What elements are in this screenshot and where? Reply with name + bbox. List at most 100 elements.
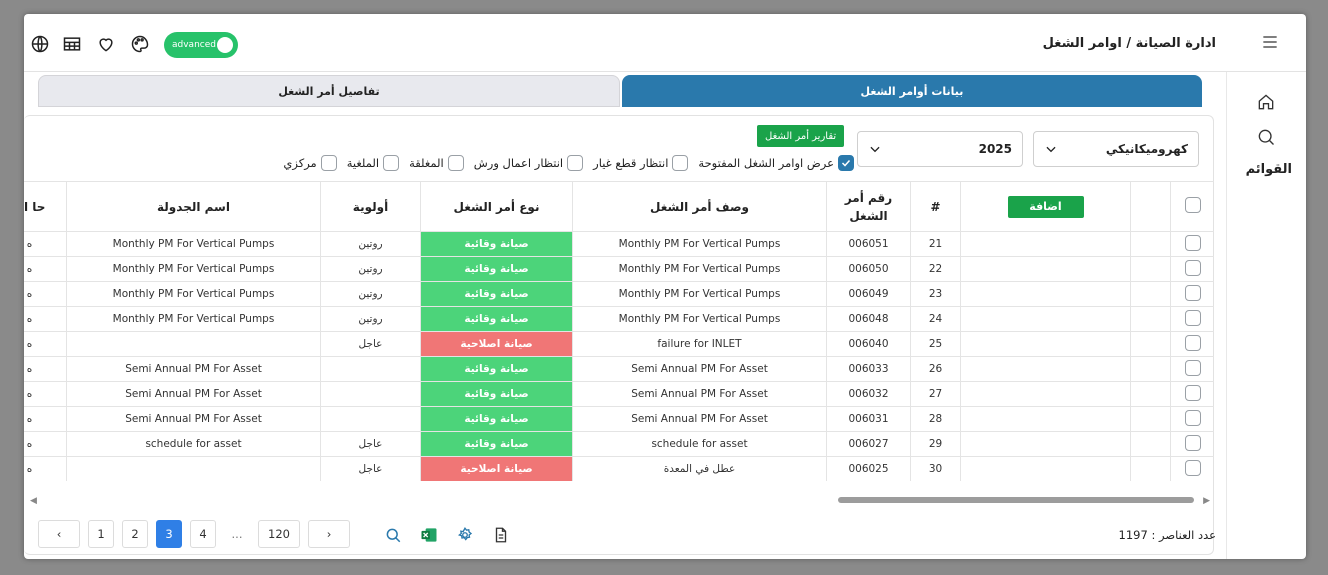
wo-number: 006031 (826, 406, 911, 432)
row-select-cell[interactable] (1170, 431, 1214, 457)
home-icon[interactable] (1256, 92, 1276, 112)
heart-icon[interactable] (96, 34, 116, 54)
col-header-index[interactable]: # (910, 181, 961, 232)
col-header-status[interactable]: حا ال (24, 181, 67, 232)
checkbox[interactable] (320, 155, 337, 171)
scroll-right-arrow-icon[interactable]: ▶ (1203, 496, 1210, 506)
row-select-cell[interactable] (1170, 306, 1214, 332)
checkbox[interactable] (1184, 359, 1201, 376)
page-button-2[interactable]: 2 (122, 520, 148, 548)
checkbox[interactable] (1184, 459, 1201, 476)
tab-work-order-details[interactable]: تفاصيل أمر الشغل (38, 75, 620, 107)
table-row[interactable]: 28 006031 Semi Annual PM For Asset صيانة وق… (24, 406, 1214, 432)
add-button[interactable]: اضافة (1007, 195, 1084, 218)
checkbox[interactable] (383, 155, 400, 171)
col-header-schedule-name[interactable]: اسم الجدولة (66, 181, 321, 232)
scrollbar-thumb[interactable] (838, 497, 1194, 503)
filter-label: انتظار اعمال ورش (473, 156, 564, 170)
col-header-priority[interactable]: أولوية (320, 181, 421, 232)
table-row[interactable]: 21 006051 Monthly PM For Vertical Pumps صيا… (24, 231, 1214, 257)
select-all-cell[interactable] (1170, 181, 1214, 232)
checkbox[interactable] (1184, 259, 1201, 276)
status: ه (24, 281, 67, 307)
checkbox[interactable] (1184, 334, 1201, 351)
col-header-wo-description[interactable]: وصف أمر الشغل (572, 181, 827, 232)
blank-cell (960, 406, 1131, 432)
advanced-mode-toggle[interactable]: advanced (164, 32, 238, 58)
table-row[interactable]: 26 006033 Semi Annual PM For Asset صيانة وق… (24, 356, 1214, 382)
hamburger-menu-icon[interactable] (1260, 32, 1280, 52)
row-select-cell[interactable] (1170, 256, 1214, 282)
document-icon[interactable] (490, 524, 512, 546)
filter-closed[interactable]: المغلقة (409, 155, 464, 171)
priority (320, 381, 421, 407)
table-row[interactable]: 23 006049 Monthly PM For Vertical Pumps صيا… (24, 281, 1214, 307)
wo-number: 006027 (826, 431, 911, 457)
department-select[interactable]: كهروميكانيكي (1033, 131, 1199, 167)
col-header-wo-number[interactable]: رقم أمر الشغل (826, 181, 911, 232)
checkbox[interactable] (672, 155, 689, 171)
row-index: 27 (910, 381, 961, 407)
priority: عاجل (320, 456, 421, 481)
work-order-reports-button[interactable]: تقارير أمر الشغل (757, 125, 845, 147)
table-row[interactable]: 25 006040 failure for INLET صيانة اصلاحية عا… (24, 331, 1214, 357)
schedule-name: Semi Annual PM For Asset (66, 356, 321, 382)
table-row[interactable]: 27 006032 Semi Annual PM For Asset صيانة وق… (24, 381, 1214, 407)
prev-page-button[interactable]: ‹ (38, 520, 80, 548)
row-select-cell[interactable] (1170, 281, 1214, 307)
year-select[interactable]: 2025 (857, 131, 1023, 167)
search-icon[interactable] (1256, 127, 1276, 147)
checkbox[interactable] (1184, 197, 1201, 213)
wo-type: صيانة وقائية (420, 381, 573, 407)
horizontal-scrollbar[interactable]: ◀ ▶ (24, 494, 1214, 506)
filter-label: المغلقة (409, 156, 444, 170)
checkbox[interactable] (1184, 434, 1201, 451)
row-select-cell[interactable] (1170, 456, 1214, 481)
filter-awaiting-parts[interactable]: انتظار قطع غيار (593, 155, 689, 171)
toggle-knob (217, 37, 233, 53)
excel-export-icon[interactable] (418, 524, 440, 546)
checkbox[interactable] (1184, 409, 1201, 426)
table-row[interactable]: 30 006025 عطل في المعدة صيانة اصلاحية عاجل ه (24, 456, 1214, 481)
filter-awaiting-workshop[interactable]: انتظار اعمال ورش (473, 155, 584, 171)
col-header-wo-type[interactable]: نوع أمر الشغل (420, 181, 573, 232)
checkbox[interactable] (838, 155, 854, 171)
table-row[interactable]: 24 006048 Monthly PM For Vertical Pumps صيا… (24, 306, 1214, 332)
toggle-label: advanced (172, 40, 216, 50)
table-row[interactable]: 29 006027 schedule for asset صيانة وقائية عا… (24, 431, 1214, 457)
checkbox[interactable] (1184, 309, 1201, 326)
scroll-left-arrow-icon[interactable]: ◀ (30, 496, 37, 506)
search-icon[interactable] (382, 524, 404, 546)
wo-type: صيانة اصلاحية (420, 456, 573, 481)
next-page-button[interactable]: › (308, 520, 350, 548)
table-row[interactable]: 22 006050 Monthly PM For Vertical Pumps صيا… (24, 256, 1214, 282)
checkbox[interactable] (447, 155, 464, 171)
settings-icon[interactable] (454, 524, 476, 546)
lists-label[interactable]: القوائم (1246, 162, 1292, 177)
page-button-4[interactable]: 4 (190, 520, 216, 548)
blank-cell (960, 231, 1131, 257)
row-select-cell[interactable] (1170, 381, 1214, 407)
department-value: كهروميكانيكي (1105, 142, 1188, 156)
filter-central[interactable]: مركزي (283, 155, 337, 171)
checkbox[interactable] (567, 155, 584, 171)
tab-work-orders-data[interactable]: بيانات أوامر الشغل (622, 75, 1202, 107)
checkbox[interactable] (1184, 384, 1201, 401)
page-button-120[interactable]: 120 (258, 520, 300, 548)
globe-icon[interactable] (30, 34, 50, 54)
filter-cancelled[interactable]: الملغية (347, 155, 400, 171)
checkbox[interactable] (1184, 234, 1201, 251)
wo-type: صيانة وقائية (420, 431, 573, 457)
palette-icon[interactable] (130, 34, 150, 54)
row-select-cell[interactable] (1170, 231, 1214, 257)
table-icon[interactable] (62, 34, 82, 54)
status: ه (24, 431, 67, 457)
row-select-cell[interactable] (1170, 406, 1214, 432)
row-select-cell[interactable] (1170, 356, 1214, 382)
page-button-3[interactable]: 3 (156, 520, 182, 548)
page-button-1[interactable]: 1 (88, 520, 114, 548)
check-icon (841, 159, 851, 167)
filter-open-orders[interactable]: عرض اوامر الشغل المفتوحة (698, 155, 854, 171)
row-select-cell[interactable] (1170, 331, 1214, 357)
checkbox[interactable] (1184, 284, 1201, 301)
